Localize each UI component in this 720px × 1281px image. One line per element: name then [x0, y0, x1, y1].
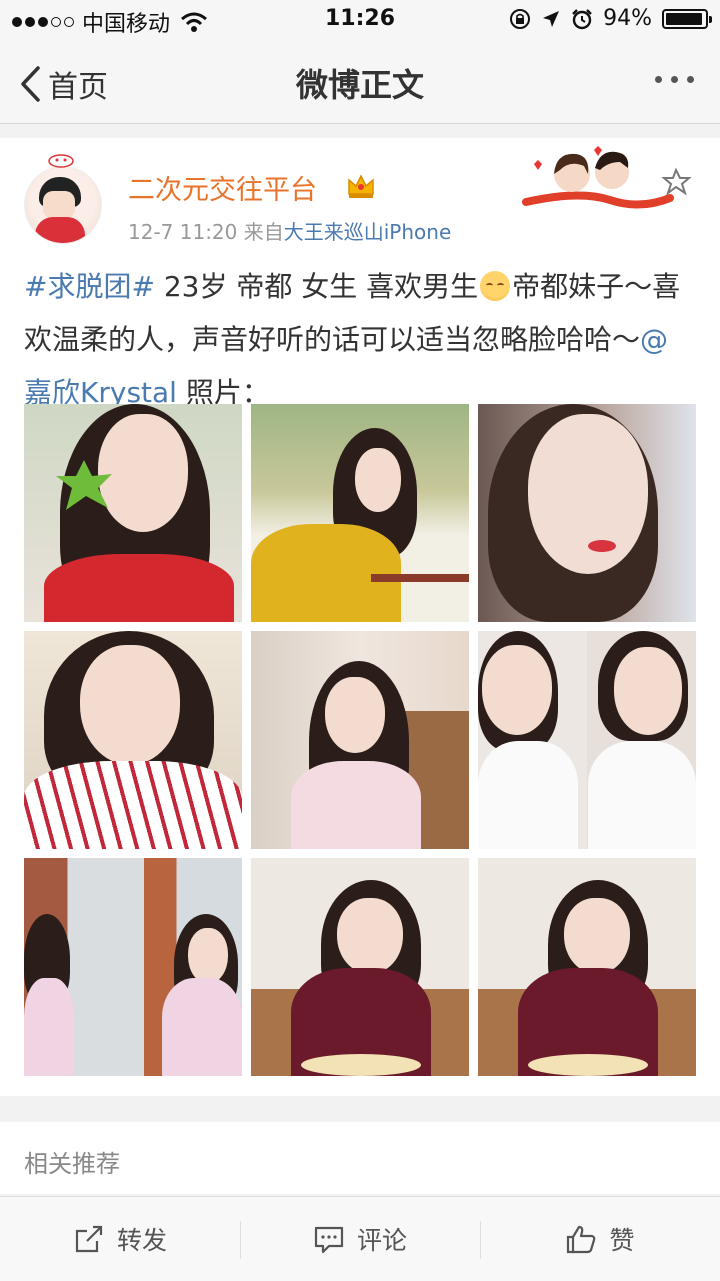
comment-label: 评论	[356, 1226, 407, 1255]
crown-icon	[348, 174, 374, 198]
page-title: 微博正文	[295, 66, 424, 104]
post-text-part: 23岁 帝都 女生 喜欢男生	[154, 270, 479, 303]
photo-thumbnail[interactable]	[24, 858, 242, 1076]
post-card: 二次元交往平台 12-7 11:20 来自大王来巡山iPhone #求脱团# 2…	[0, 138, 720, 1096]
status-bar: 中国移动 11:26 94%	[0, 0, 720, 40]
orientation-lock-icon	[510, 8, 531, 29]
photo-thumbnail[interactable]	[478, 404, 696, 622]
related-recommendations[interactable]: 相关推荐	[0, 1122, 720, 1194]
more-dot-icon	[671, 76, 678, 83]
photo-thumbnail[interactable]	[251, 858, 469, 1076]
post-source[interactable]: 大王来巡山iPhone	[284, 220, 452, 244]
smile-emoji-icon	[480, 271, 511, 301]
source-prefix: 来自	[243, 220, 284, 244]
photo-grid	[24, 404, 696, 1076]
more-dot-icon	[687, 76, 694, 83]
photo-thumbnail[interactable]	[251, 631, 469, 849]
bottom-toolbar: 转发 评论 赞	[0, 1196, 720, 1281]
battery-percent: 94%	[603, 6, 652, 31]
photo-thumbnail[interactable]	[251, 404, 469, 622]
status-right: 94%	[509, 6, 712, 31]
hashtag-link[interactable]: #求脱团#	[24, 270, 155, 303]
comment-button[interactable]: 评论	[240, 1197, 480, 1281]
user-name[interactable]: 二次元交往平台	[128, 168, 317, 207]
avatar-decoration-icon	[48, 154, 74, 168]
navigation-bar: 首页 微博正文	[0, 40, 720, 124]
repost-icon	[75, 1225, 103, 1253]
comment-icon	[314, 1226, 344, 1254]
more-options-button[interactable]	[655, 76, 694, 83]
photo-thumbnail[interactable]	[24, 404, 242, 622]
photo-thumbnail[interactable]	[478, 631, 696, 849]
couple-decoration-icon	[522, 146, 692, 209]
related-label: 相关推荐	[24, 1150, 120, 1178]
location-icon	[543, 10, 560, 27]
alarm-icon	[572, 8, 592, 29]
repost-label: 转发	[116, 1226, 167, 1255]
more-dot-icon	[655, 76, 662, 83]
post-meta: 12-7 11:20 来自大王来巡山iPhone	[128, 216, 451, 245]
repost-button[interactable]: 转发	[0, 1197, 240, 1281]
post-time: 12-7 11:20	[128, 220, 238, 244]
thumbs-up-icon	[567, 1225, 596, 1254]
post-content: #求脱团# 23岁 帝都 女生 喜欢男生 帝都妹子～喜欢温柔的人，声音好听的话可以…	[24, 260, 694, 419]
photo-thumbnail[interactable]	[478, 858, 696, 1076]
like-button[interactable]: 赞	[480, 1197, 720, 1281]
like-label: 赞	[609, 1226, 635, 1255]
photo-thumbnail[interactable]	[24, 631, 242, 849]
battery-icon	[662, 8, 712, 29]
avatar[interactable]	[24, 166, 102, 244]
